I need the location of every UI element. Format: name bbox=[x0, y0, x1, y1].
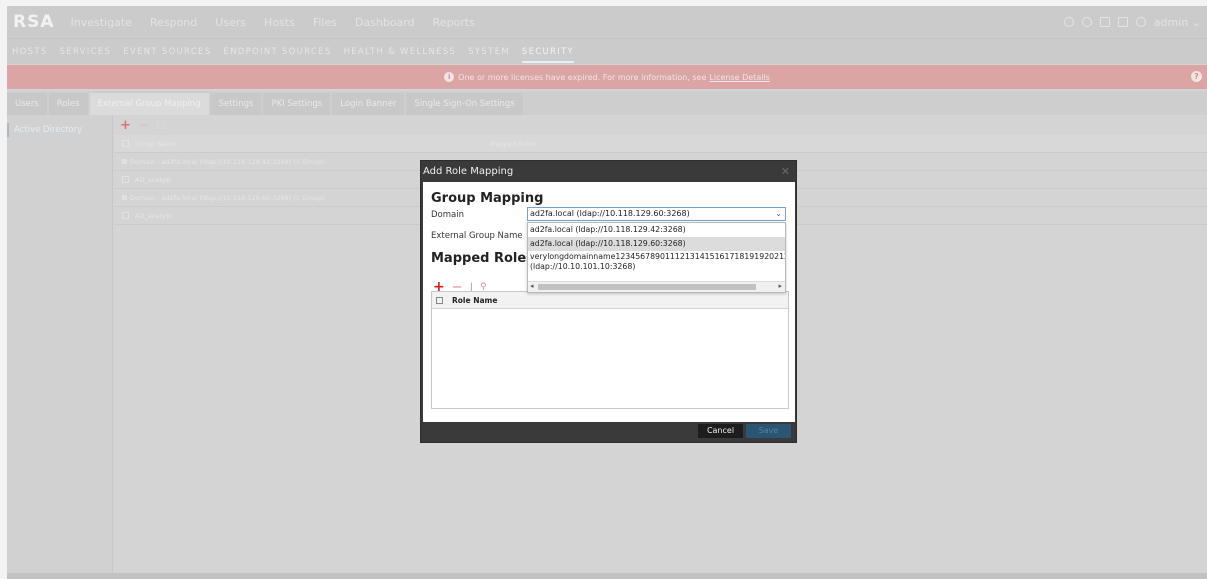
info-icon: i bbox=[444, 72, 455, 82]
user-name: admin bbox=[1153, 15, 1189, 29]
close-icon[interactable]: ✕ bbox=[781, 161, 790, 182]
domain-label: Domain bbox=[431, 210, 464, 220]
sidebar-item-active-directory[interactable]: Active Directory bbox=[7, 123, 112, 137]
domain-option[interactable]: ad2fa.local (ldap://10.118.129.42:3268) bbox=[528, 223, 785, 237]
scrollbar-thumb[interactable] bbox=[538, 284, 756, 290]
sidebar: Active Directory bbox=[7, 115, 113, 579]
nav-investigate[interactable]: Investigate bbox=[71, 16, 132, 29]
list-toolbar: + − bbox=[114, 115, 1207, 135]
horizontal-scrollbar[interactable]: ◂ ▸ bbox=[528, 281, 785, 292]
roles-table-header: Role Name bbox=[432, 292, 788, 309]
tab-settings[interactable]: Settings bbox=[210, 93, 262, 115]
tab-external-group-mapping[interactable]: External Group Mapping bbox=[89, 93, 209, 115]
top-nav: RSA Investigate Respond Users Hosts File… bbox=[7, 6, 1207, 38]
modal-footer: Cancel Save bbox=[421, 420, 796, 442]
remove-icon[interactable]: − bbox=[139, 118, 149, 132]
mapped-roles-header: Mapped Roles bbox=[490, 139, 536, 148]
banner-text: One or more licenses have expired. For m… bbox=[458, 72, 707, 82]
help-icon[interactable] bbox=[1135, 17, 1146, 27]
modal-header: Add Role Mapping ✕ bbox=[421, 161, 796, 182]
subnav-event-sources[interactable]: EVENT SOURCES bbox=[123, 39, 211, 65]
nav-reports[interactable]: Reports bbox=[433, 16, 475, 29]
chevron-down-icon: ⌄ bbox=[775, 209, 782, 218]
scroll-right-icon[interactable]: ▸ bbox=[778, 282, 782, 290]
roles-table: Role Name bbox=[431, 291, 789, 409]
group-mapping-title: Group Mapping bbox=[431, 191, 544, 206]
add-role-mapping-modal: Add Role Mapping ✕ Group Mapping Domain … bbox=[420, 160, 797, 443]
domain-select[interactable]: ad2fa.local (ldap://10.118.129.60:3268) … bbox=[527, 207, 786, 221]
subnav-services[interactable]: SERVICES bbox=[60, 39, 112, 65]
save-button[interactable]: Save bbox=[746, 424, 791, 438]
admin-subnav: HOSTS SERVICES EVENT SOURCES ENDPOINT SO… bbox=[7, 38, 1207, 64]
collapse-icon[interactable] bbox=[122, 159, 127, 164]
group-row-label: Domain : ad2fa.local (ldap://10.118.129.… bbox=[130, 157, 325, 166]
nav-dashboard[interactable]: Dashboard bbox=[355, 16, 415, 29]
domain-option[interactable]: verylongdomainname1234567890111213141516… bbox=[528, 251, 785, 273]
tab-users[interactable]: Users bbox=[7, 93, 47, 115]
license-details-link[interactable]: License Details bbox=[709, 73, 769, 82]
collapse-icon[interactable] bbox=[122, 195, 127, 200]
app-frame: RSA Investigate Respond Users Hosts File… bbox=[7, 6, 1207, 579]
top-right-tools: admin ⌄ bbox=[1063, 6, 1201, 38]
nav-users[interactable]: Users bbox=[215, 16, 246, 29]
row-label: AD_analyst bbox=[135, 211, 172, 220]
subnav-health-wellness[interactable]: HEALTH & WELLNESS bbox=[344, 39, 457, 65]
role-name-header: Role Name bbox=[452, 295, 498, 305]
subnav-endpoint-sources[interactable]: ENDPOINT SOURCES bbox=[223, 39, 331, 65]
domain-dropdown-list: ad2fa.local (ldap://10.118.129.42:3268) … bbox=[527, 222, 786, 293]
scroll-left-icon[interactable]: ◂ bbox=[530, 282, 534, 290]
modal-title: Add Role Mapping bbox=[423, 166, 514, 177]
nav-files[interactable]: Files bbox=[313, 16, 337, 29]
group-name-header: Group Name bbox=[135, 139, 177, 148]
nav-respond[interactable]: Respond bbox=[150, 16, 197, 29]
subnav-hosts[interactable]: HOSTS bbox=[12, 39, 48, 65]
external-group-label: External Group Name bbox=[431, 231, 523, 241]
bottom-bar bbox=[7, 573, 1207, 579]
group-row-label: Domain : ad2fa.local (ldap://10.118.129.… bbox=[130, 193, 325, 202]
subnav-system[interactable]: SYSTEM bbox=[468, 39, 510, 65]
clock-icon[interactable] bbox=[1063, 17, 1074, 27]
chevron-down-icon: ⌄ bbox=[1191, 15, 1201, 29]
tools-icon[interactable] bbox=[1117, 17, 1128, 27]
security-tabs: Users Roles External Group Mapping Setti… bbox=[7, 91, 1207, 115]
domain-option-url: (ldap://10.10.101.10:3268) bbox=[530, 262, 636, 271]
nav-hosts[interactable]: Hosts bbox=[264, 16, 295, 29]
question-icon[interactable]: ? bbox=[1191, 71, 1202, 82]
edit-icon[interactable] bbox=[156, 121, 165, 129]
user-menu[interactable]: admin ⌄ bbox=[1154, 16, 1201, 29]
select-all-roles-checkbox[interactable] bbox=[436, 296, 443, 304]
select-all-checkbox[interactable] bbox=[122, 140, 129, 147]
tab-login-banner[interactable]: Login Banner bbox=[332, 93, 405, 115]
domain-option-selected[interactable]: ad2fa.local (ldap://10.118.129.60:3268) bbox=[528, 237, 785, 251]
license-banner: i One or more licenses have expired. For… bbox=[7, 65, 1207, 89]
tab-pki-settings[interactable]: PKI Settings bbox=[263, 93, 331, 115]
tab-roles[interactable]: Roles bbox=[48, 93, 88, 115]
mapped-roles-title: Mapped Roles bbox=[431, 251, 534, 266]
rsa-logo[interactable]: RSA bbox=[13, 12, 55, 32]
list-header: Group Name Mapped Roles bbox=[114, 135, 1207, 153]
row-checkbox[interactable] bbox=[122, 212, 129, 219]
row-label: AD_analyst bbox=[135, 175, 172, 184]
subnav-security[interactable]: SECURITY bbox=[521, 39, 575, 65]
domain-selected-value: ad2fa.local (ldap://10.118.129.60:3268) bbox=[530, 209, 690, 218]
domain-option-name: verylongdomainname1234567890111213141516… bbox=[530, 252, 786, 261]
tasks-icon[interactable] bbox=[1099, 17, 1110, 27]
tab-sso-settings[interactable]: Single Sign-On Settings bbox=[406, 93, 523, 115]
cancel-button[interactable]: Cancel bbox=[698, 424, 743, 438]
bell-icon[interactable] bbox=[1081, 17, 1092, 27]
modal-body: Group Mapping Domain ad2fa.local (ldap:/… bbox=[423, 182, 795, 422]
row-checkbox[interactable] bbox=[122, 176, 129, 183]
add-icon[interactable]: + bbox=[120, 118, 131, 133]
